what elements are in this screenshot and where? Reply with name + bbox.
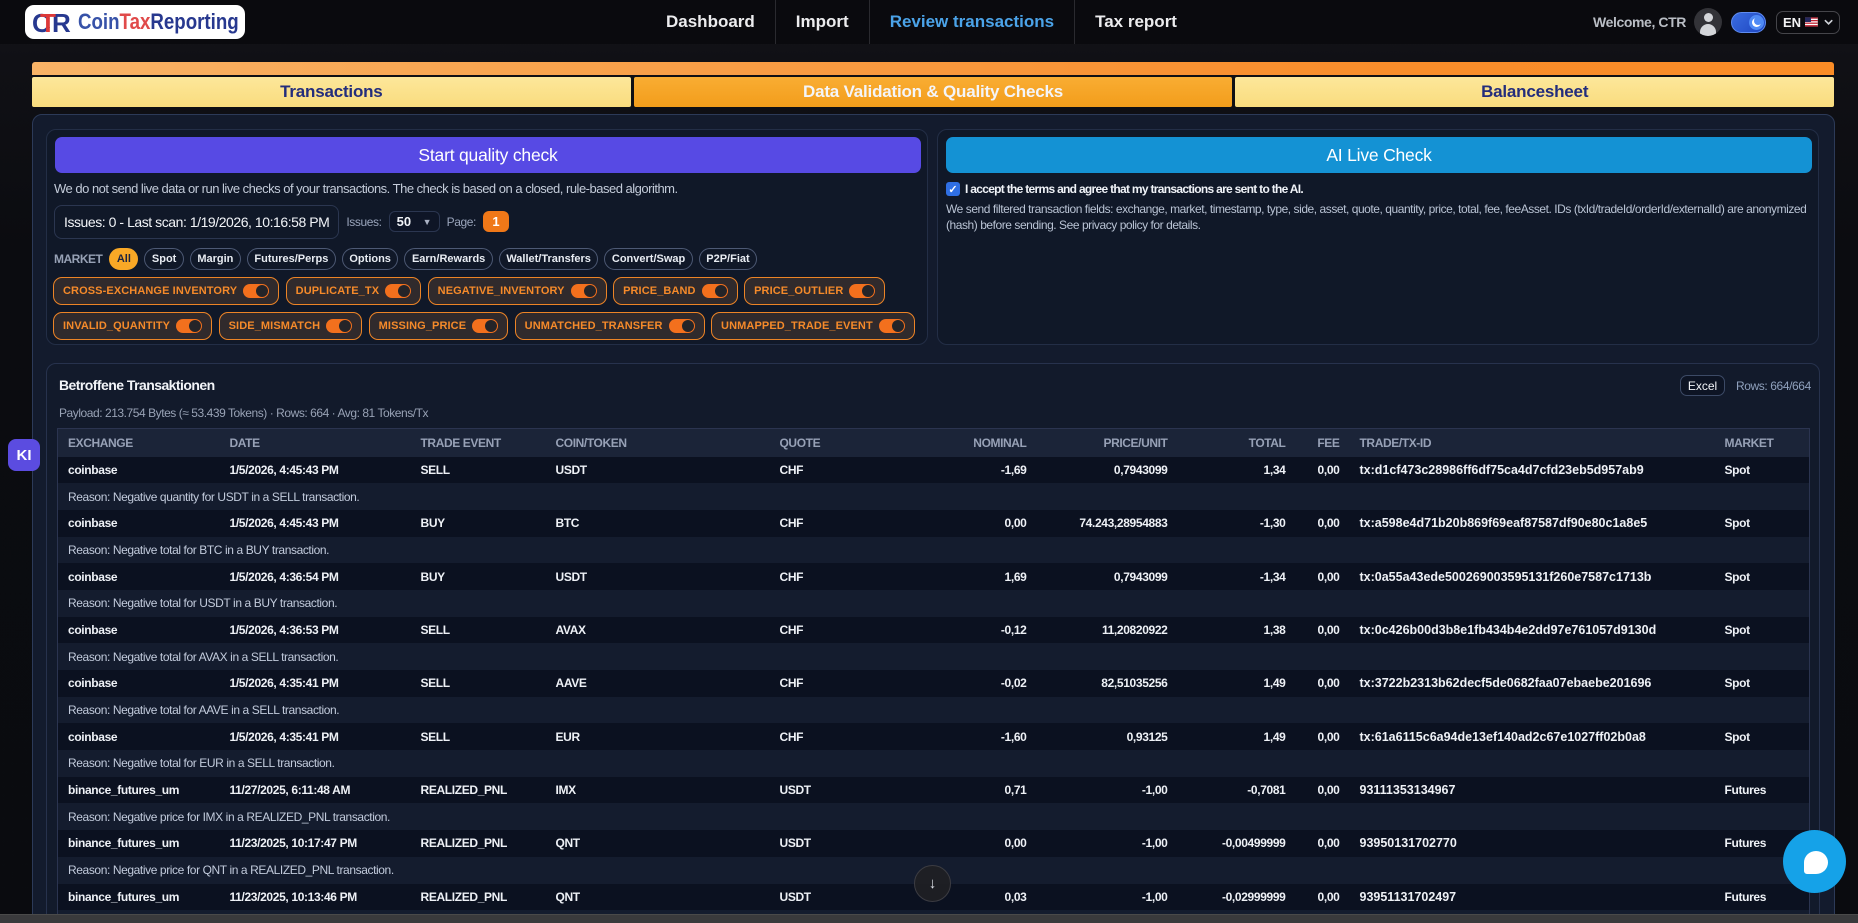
svg-text:T: T <box>40 8 56 36</box>
